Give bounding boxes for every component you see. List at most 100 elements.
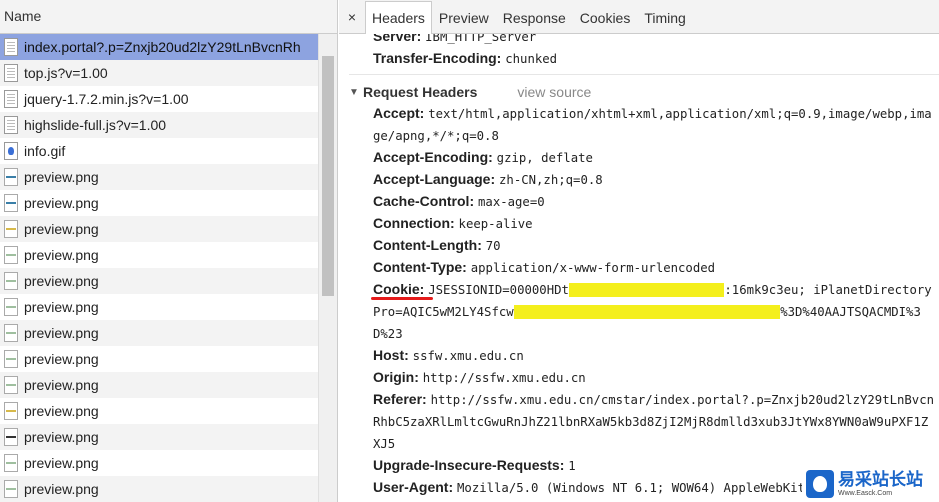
- image-file-icon: [4, 272, 18, 290]
- triangle-down-icon[interactable]: ▼: [349, 87, 363, 98]
- header-key: Cache-Control:: [373, 193, 475, 209]
- image-file-icon: [4, 246, 18, 264]
- image-file-icon: [4, 402, 18, 420]
- image-file-icon: [4, 298, 18, 316]
- document-icon: [4, 90, 18, 108]
- request-row[interactable]: preview.png: [0, 372, 318, 398]
- header-key: Host:: [373, 347, 409, 363]
- tab-preview[interactable]: Preview: [432, 1, 496, 33]
- request-list: index.portal?.p=Znxjb20ud2lzY29tLnBvcnRh…: [0, 34, 318, 502]
- image-file-icon: [4, 350, 18, 368]
- document-icon: [4, 116, 18, 134]
- request-row[interactable]: preview.png: [0, 294, 318, 320]
- document-icon: [4, 38, 18, 56]
- request-name: preview.png: [24, 299, 99, 315]
- header-key: Accept:: [373, 105, 425, 121]
- watermark-title: 易采站长站: [838, 470, 923, 489]
- image-file-icon: [4, 194, 18, 212]
- header-key: Server:: [373, 34, 422, 44]
- tab-headers[interactable]: Headers: [365, 1, 432, 34]
- detail-tabbar: × Headers Preview Response Cookies Timin…: [339, 0, 939, 34]
- header-cookie: Cookie: JSESSIONID=00000HDt XXXXXXXXXXXXX…: [349, 279, 939, 345]
- header-key: Origin:: [373, 369, 419, 385]
- request-row[interactable]: jquery-1.7.2.min.js?v=1.00: [0, 86, 318, 112]
- image-file-icon: [4, 324, 18, 342]
- header-accept-language: Accept-Language: zh-CN,zh;q=0.8: [349, 169, 939, 191]
- request-name: top.js?v=1.00: [24, 65, 108, 81]
- header-content-type: Content-Type: application/x-www-form-url…: [349, 257, 939, 279]
- redacted-highlight: XXXXXXXXXXXXXXXXXXXXXXXXXXXXXXXXXXXX: [513, 305, 781, 319]
- request-name: preview.png: [24, 247, 99, 263]
- request-row[interactable]: preview.png: [0, 424, 318, 450]
- header-value: text/html,application/xhtml+xml,applicat…: [373, 107, 932, 143]
- request-detail-panel: × Headers Preview Response Cookies Timin…: [339, 0, 939, 502]
- request-list-panel: Name index.portal?.p=Znxjb20ud2lzY29tLnB…: [0, 0, 338, 502]
- request-row[interactable]: top.js?v=1.00: [0, 60, 318, 86]
- request-row[interactable]: preview.png: [0, 216, 318, 242]
- header-value: gzip, deflate: [496, 151, 593, 165]
- header-value: application/x-www-form-urlencoded: [470, 261, 716, 275]
- request-name: preview.png: [24, 455, 99, 471]
- request-row[interactable]: preview.png: [0, 398, 318, 424]
- watermark-subtitle: Www.Easck.Com: [838, 490, 893, 497]
- red-underline-annotation: [371, 297, 433, 300]
- request-row[interactable]: preview.png: [0, 476, 318, 502]
- section-divider: [349, 74, 939, 75]
- close-icon[interactable]: ×: [343, 1, 361, 33]
- request-name: preview.png: [24, 403, 99, 419]
- request-row[interactable]: preview.png: [0, 268, 318, 294]
- request-row[interactable]: index.portal?.p=Znxjb20ud2lzY29tLnBvcnRh: [0, 34, 318, 60]
- request-row[interactable]: highslide-full.js?v=1.00: [0, 112, 318, 138]
- request-row[interactable]: preview.png: [0, 320, 318, 346]
- header-key: Connection:: [373, 215, 455, 231]
- request-headers-title[interactable]: Request Headers: [363, 84, 477, 100]
- header-key: User-Agent:: [373, 479, 454, 495]
- header-key: Cookie:: [371, 281, 433, 300]
- request-row[interactable]: preview.png: [0, 346, 318, 372]
- request-row[interactable]: preview.png: [0, 242, 318, 268]
- image-file-icon: [4, 480, 18, 498]
- request-row[interactable]: preview.png: [0, 164, 318, 190]
- request-name: preview.png: [24, 325, 99, 341]
- request-name: preview.png: [24, 169, 99, 185]
- header-host: Host: ssfw.xmu.edu.cn: [349, 345, 939, 367]
- tab-response[interactable]: Response: [496, 1, 573, 33]
- request-name: preview.png: [24, 351, 99, 367]
- request-name: preview.png: [24, 273, 99, 289]
- header-accept: Accept: text/html,application/xhtml+xml,…: [349, 103, 939, 147]
- request-row[interactable]: preview.png: [0, 190, 318, 216]
- name-column-header[interactable]: Name: [0, 0, 337, 34]
- tab-cookies[interactable]: Cookies: [573, 1, 638, 33]
- header-origin: Origin: http://ssfw.xmu.edu.cn: [349, 367, 939, 389]
- request-row[interactable]: preview.png: [0, 450, 318, 476]
- request-name: preview.png: [24, 429, 99, 445]
- scrollbar-thumb[interactable]: [322, 56, 334, 296]
- watermark-badge: 易采站长站 Www.Easck.Com: [802, 466, 939, 502]
- request-row[interactable]: info.gif: [0, 138, 318, 164]
- request-name: preview.png: [24, 377, 99, 393]
- tab-timing[interactable]: Timing: [637, 1, 693, 33]
- header-key: Content-Type:: [373, 259, 467, 275]
- header-transfer-encoding: Transfer-Encoding: chunked: [349, 48, 939, 70]
- request-name: jquery-1.7.2.min.js?v=1.00: [24, 91, 189, 107]
- cookie-value-part: JSESSIONID=00000HDt: [428, 283, 569, 297]
- document-icon: [4, 64, 18, 82]
- header-value: 70: [485, 239, 501, 253]
- site-logo-icon: [806, 470, 834, 498]
- header-value: ssfw.xmu.edu.cn: [412, 349, 524, 363]
- header-value: 1: [568, 459, 576, 473]
- image-file-icon: [4, 220, 18, 238]
- image-file-icon: [4, 428, 18, 446]
- request-name: preview.png: [24, 481, 99, 497]
- view-source-link[interactable]: view source: [517, 84, 591, 100]
- watermark-text: 易采站长站 Www.Easck.Com: [838, 470, 923, 498]
- cookie-key-text: Cookie:: [373, 281, 425, 297]
- header-referer: Referer: http://ssfw.xmu.edu.cn/cmstar/i…: [349, 389, 939, 455]
- request-name: preview.png: [24, 221, 99, 237]
- header-key: Transfer-Encoding:: [373, 50, 502, 66]
- request-list-scrollbar[interactable]: [318, 34, 337, 502]
- header-connection: Connection: keep-alive: [349, 213, 939, 235]
- request-headers-section[interactable]: ▼ Request Headers view source: [349, 81, 939, 103]
- header-value: http://ssfw.xmu.edu.cn: [422, 371, 586, 385]
- header-content-length: Content-Length: 70: [349, 235, 939, 257]
